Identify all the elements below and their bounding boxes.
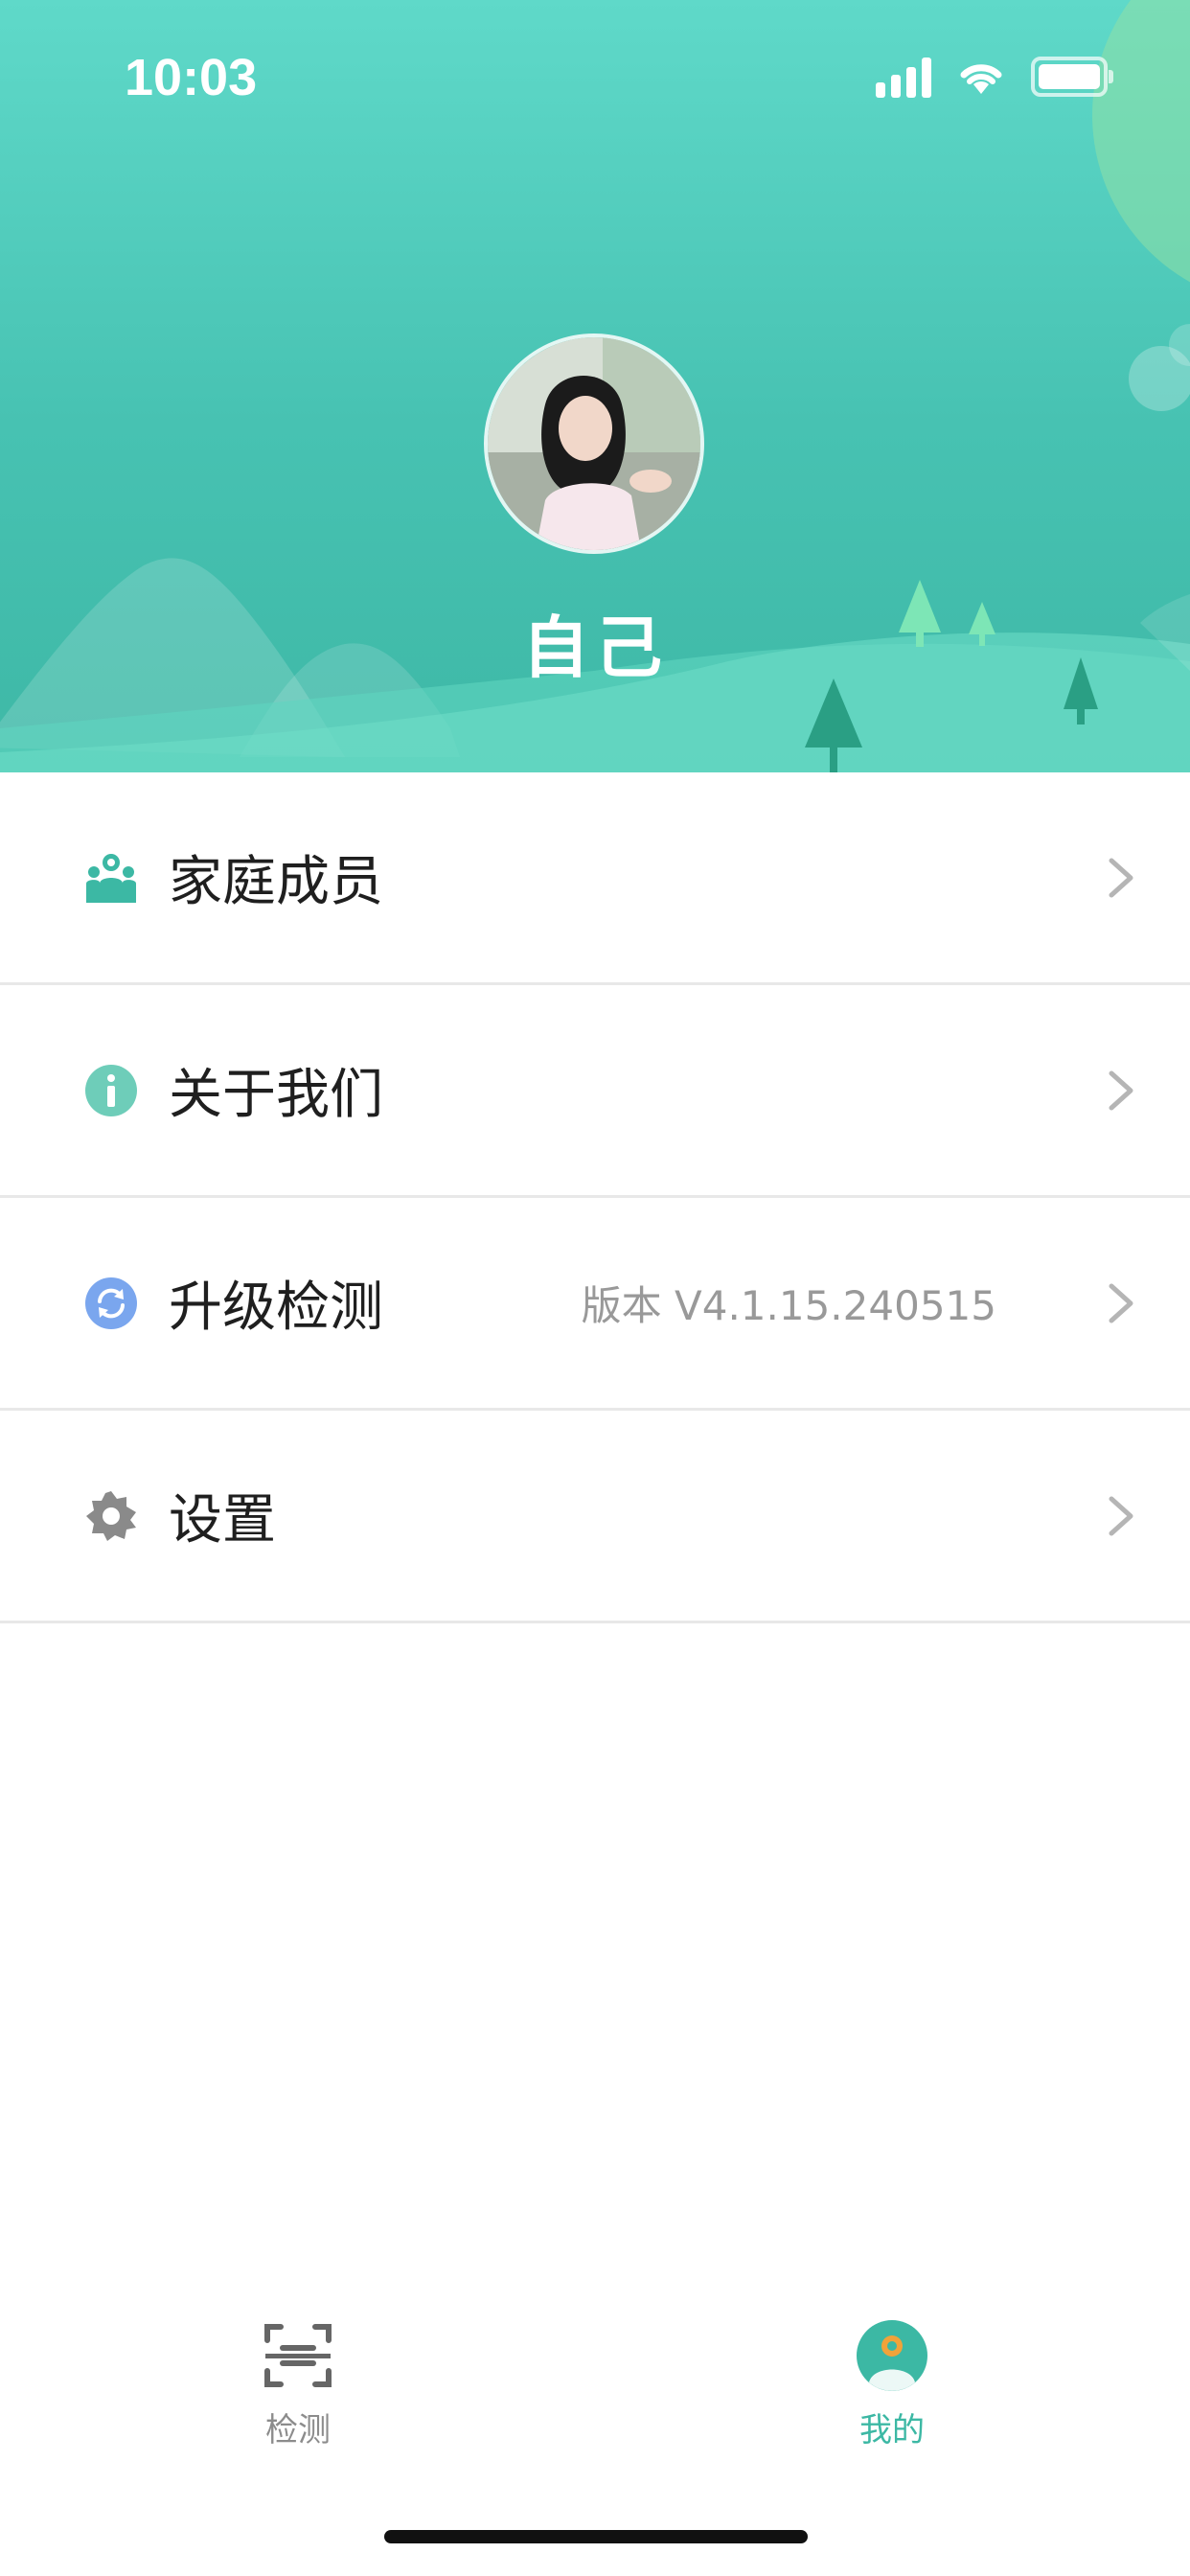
menu-item-family[interactable]: 家庭成员 [0, 772, 1190, 985]
menu-label-settings: 设置 [169, 1489, 276, 1552]
menu-item-about[interactable]: 关于我们 [0, 985, 1190, 1198]
avatar[interactable] [484, 334, 704, 554]
profile-name: 自己 [522, 609, 668, 687]
profile-icon [857, 2320, 927, 2391]
status-time: 10:03 [125, 49, 258, 106]
menu-label-upgrade: 升级检测 [169, 1276, 383, 1339]
tab-detect[interactable]: 检测 [154, 2319, 442, 2450]
menu-item-settings[interactable]: 设置 [0, 1411, 1190, 1623]
chevron-right-icon [1109, 1070, 1133, 1110]
tab-mine-label: 我的 [859, 2411, 925, 2450]
home-indicator [384, 2530, 808, 2543]
refresh-icon [85, 1276, 137, 1329]
scan-icon [264, 2324, 332, 2387]
info-icon [85, 1064, 137, 1116]
status-icons [876, 56, 1113, 98]
battery-icon [1031, 57, 1113, 97]
family-icon [86, 853, 136, 903]
profile-header: 10:03 自己 [0, 0, 1190, 772]
chevron-right-icon [1109, 1496, 1133, 1535]
chevron-right-icon [1109, 1283, 1133, 1322]
signal-icon [876, 56, 931, 98]
tab-detect-label: 检测 [265, 2411, 331, 2450]
tab-bar: 检测 我的 [0, 2319, 1190, 2492]
menu-item-upgrade[interactable]: 升级检测 版本 V4.1.15.240515 [0, 1198, 1190, 1411]
tab-mine[interactable]: 我的 [748, 2319, 1036, 2450]
version-text: 版本 V4.1.15.240515 [581, 1282, 996, 1329]
avatar-photo [488, 337, 700, 550]
gear-icon [86, 1490, 136, 1541]
menu-label-family: 家庭成员 [169, 851, 383, 913]
menu-label-about: 关于我们 [169, 1064, 383, 1126]
wifi-icon [960, 64, 1002, 94]
chevron-right-icon [1109, 858, 1133, 897]
menu-list: 家庭成员 关于我们 升级检测 版本 V4.1.15.240515 设置 [0, 772, 1190, 1623]
